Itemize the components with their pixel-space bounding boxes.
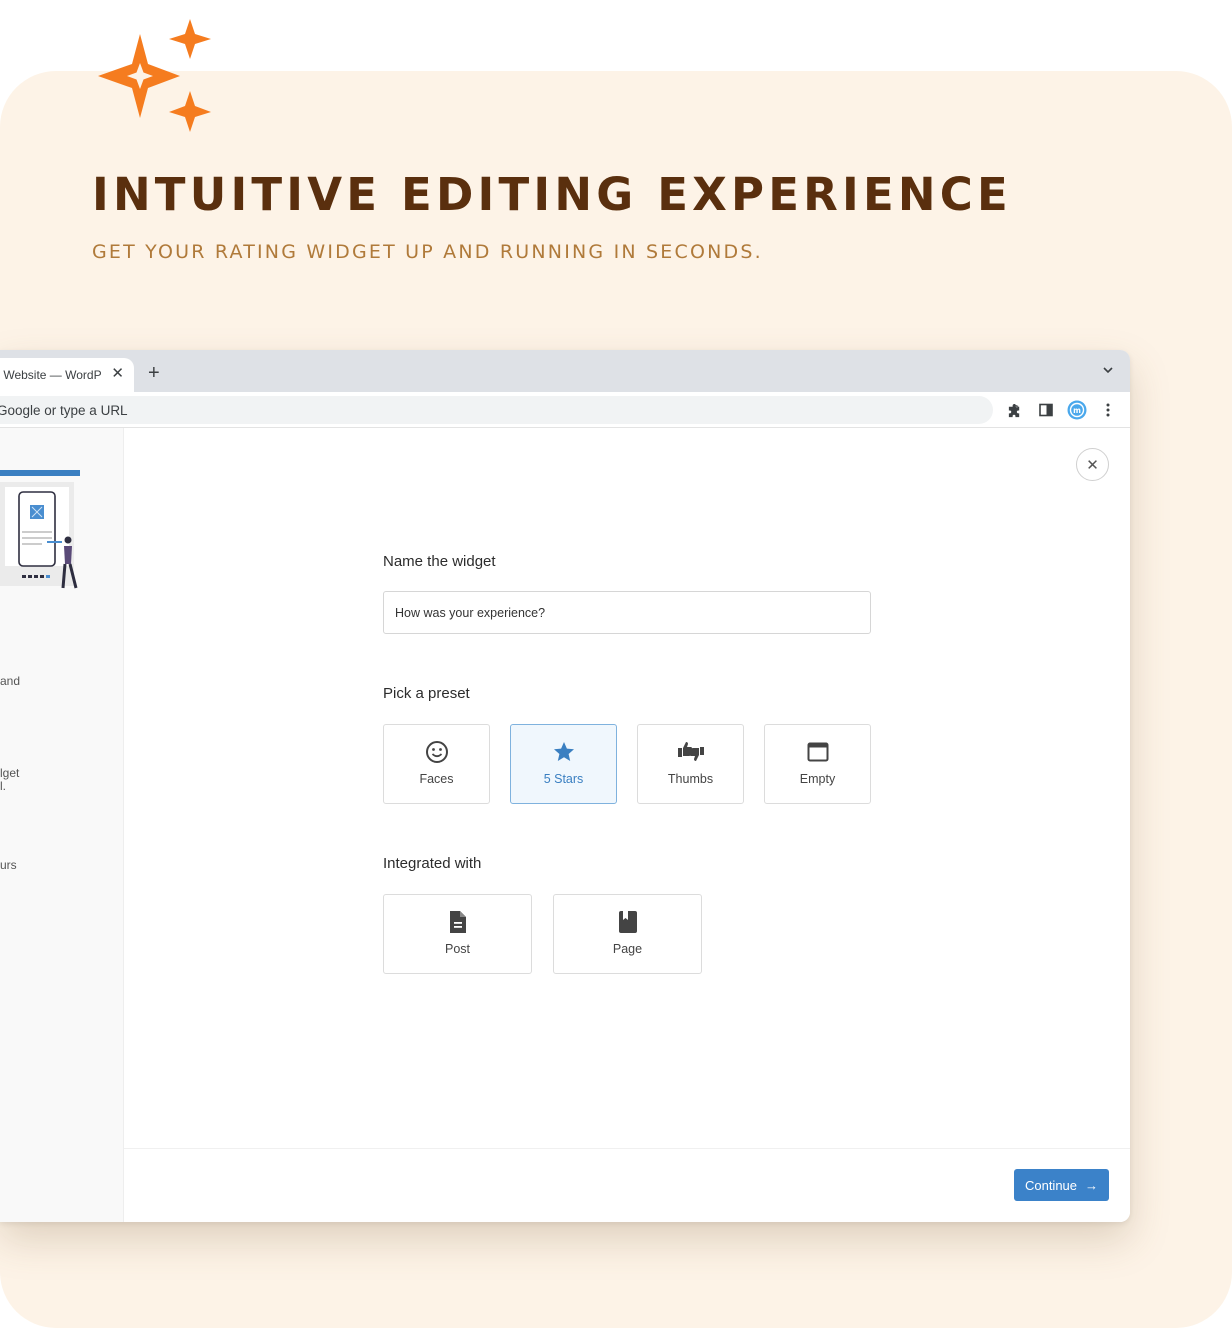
preset-card-faces[interactable]: Faces (383, 724, 490, 804)
star-icon (552, 740, 576, 764)
sidebar-text: and (0, 674, 21, 688)
svg-text:m: m (1073, 406, 1081, 415)
widget-name-input[interactable] (383, 591, 871, 634)
close-icon: ✕ (1086, 456, 1099, 474)
bookmark-page-icon (617, 910, 639, 934)
sidebar-text: l. (0, 779, 6, 793)
smiley-face-icon (425, 740, 449, 764)
browser-tab[interactable]: ‹ Website — WordP ✕ (0, 358, 134, 392)
integrated-with-label: Integrated with (383, 855, 482, 872)
integration-card-page[interactable]: Page (553, 894, 702, 974)
preset-card-5-stars[interactable]: 5 Stars (510, 724, 617, 804)
footer-divider (124, 1148, 1130, 1149)
close-button[interactable]: ✕ (1076, 448, 1109, 481)
sidebar-text: urs (0, 858, 17, 872)
pick-preset-label: Pick a preset (383, 685, 470, 702)
side-panel-icon[interactable] (1036, 400, 1056, 420)
continue-button[interactable]: Continue → (1014, 1169, 1109, 1201)
address-bar-text: Google or type a URL (0, 402, 128, 418)
preset-label: Thumbs (667, 772, 714, 786)
tab-strip: ‹ Website — WordP ✕ + (0, 350, 1130, 392)
extensions-icon[interactable] (1004, 400, 1024, 420)
sparkles-icon (98, 19, 211, 132)
page-title: INTUITIVE EDITING EXPERIENCE (92, 168, 1012, 221)
arrow-right-icon: → (1085, 1177, 1099, 1193)
new-tab-icon[interactable]: + (148, 362, 160, 384)
profile-avatar-icon[interactable]: m (1067, 400, 1087, 420)
chevron-down-icon[interactable] (1102, 364, 1114, 376)
empty-window-icon (806, 740, 830, 764)
document-icon (447, 910, 469, 934)
tab-title: ‹ Website — WordP (0, 368, 102, 382)
integration-card-post[interactable]: Post (383, 894, 532, 974)
address-bar[interactable]: Google or type a URL (0, 396, 993, 424)
widget-setup-form: ✕ Name the widget Pick a preset Faces 5 … (124, 428, 1130, 1222)
name-widget-label: Name the widget (383, 553, 496, 570)
onboarding-sidebar: and lget l. urs (0, 428, 124, 1222)
kebab-menu-icon[interactable] (1098, 400, 1118, 420)
integration-label: Page (612, 942, 643, 956)
preset-label: 5 Stars (543, 772, 584, 786)
preset-label: Empty (799, 772, 836, 786)
integration-label: Post (444, 942, 470, 956)
page-subtitle: GET YOUR RATING WIDGET UP AND RUNNING IN… (92, 241, 763, 263)
preset-card-empty[interactable]: Empty (764, 724, 871, 804)
close-tab-icon[interactable]: ✕ (111, 366, 124, 382)
continue-label: Continue (1024, 1177, 1078, 1193)
browser-toolbar: Google or type a URL m (0, 392, 1130, 428)
preset-card-thumbs[interactable]: Thumbs (637, 724, 744, 804)
thumbs-icon (676, 740, 706, 764)
preset-label: Faces (419, 772, 454, 786)
browser-window: ‹ Website — WordP ✕ + Google or type a U… (0, 350, 1130, 1222)
onboarding-illustration (0, 470, 80, 589)
